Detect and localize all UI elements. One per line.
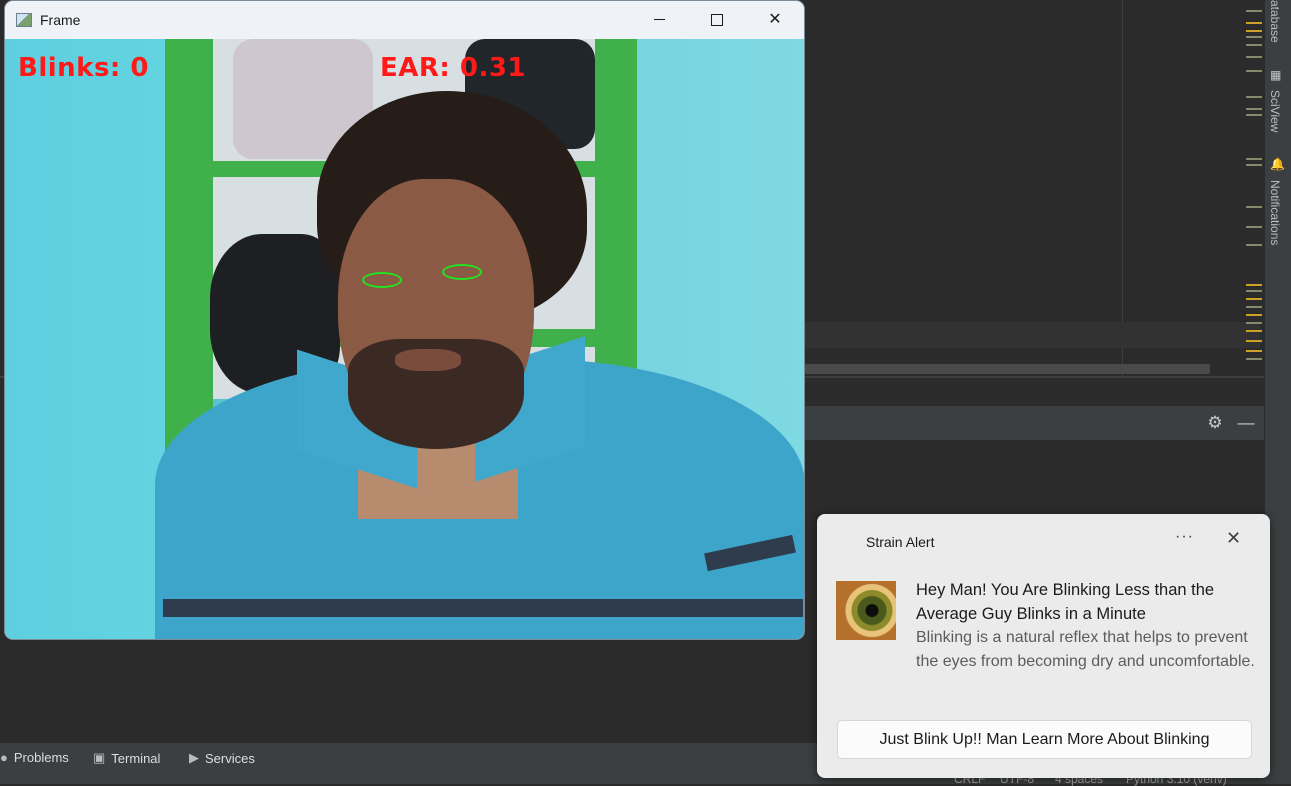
scroll-marker	[1246, 322, 1262, 324]
sciview-tool-tab[interactable]: SciView	[1268, 90, 1282, 132]
scroll-marker	[1246, 340, 1262, 342]
scroll-marker	[1246, 22, 1262, 24]
scroll-marker	[1246, 314, 1262, 316]
terminal-icon: ▣	[93, 750, 106, 765]
scroll-marker	[1246, 44, 1262, 46]
maximize-icon	[711, 13, 723, 26]
scroll-marker	[1246, 298, 1262, 300]
scroll-marker	[1246, 284, 1262, 286]
scroll-marker	[1246, 330, 1262, 332]
scroll-marker	[1246, 290, 1262, 292]
scroll-marker	[1246, 36, 1262, 38]
bell-icon: 🔔	[1270, 157, 1285, 171]
gear-icon[interactable]: ⚙	[1205, 413, 1225, 433]
frame-titlebar[interactable]: Frame ✕	[5, 1, 804, 39]
editor-right-margin-line	[1122, 0, 1123, 376]
database-tool-tab[interactable]: atabase	[1268, 0, 1282, 43]
scroll-marker	[1246, 56, 1262, 58]
app-icon	[16, 13, 32, 27]
toast-heading: Hey Man! You Are Blinking Less than the …	[916, 581, 1215, 623]
ear-readout: EAR: 0.31	[380, 53, 527, 83]
services-tab-label: Services	[205, 750, 255, 766]
frame-title: Frame	[40, 12, 81, 28]
close-icon[interactable]: ✕	[1226, 528, 1241, 549]
problems-tab[interactable]: ● Problems	[0, 750, 69, 765]
tool-panel-header	[805, 406, 1264, 440]
left-eye-contour	[362, 272, 402, 288]
scroll-marker	[1246, 158, 1262, 160]
scroll-marker	[1246, 226, 1262, 228]
mouth	[395, 349, 461, 371]
minimize-icon	[653, 19, 665, 21]
strain-alert-toast: Strain Alert ··· ✕ Hey Man! You Are Blin…	[817, 514, 1270, 778]
scroll-marker	[1246, 206, 1262, 208]
close-icon: ✕	[768, 11, 782, 28]
more-options-icon[interactable]: ···	[1175, 528, 1194, 546]
frame-window: Frame ✕ Blinks: 0 EAR: 0.31	[5, 1, 804, 639]
close-button[interactable]: ✕	[746, 1, 804, 39]
scroll-marker	[1246, 244, 1262, 246]
scroll-marker	[1246, 114, 1262, 116]
scroll-marker	[1246, 96, 1262, 98]
shirt-stripe	[163, 599, 803, 617]
scroll-marker	[1246, 306, 1262, 308]
camera-feed: Blinks: 0 EAR: 0.31	[5, 39, 804, 639]
terminal-tab[interactable]: ▣ Terminal	[93, 750, 160, 766]
notifications-tool-tab[interactable]: Notifications	[1268, 180, 1282, 245]
editor-horizontal-scrollbar[interactable]	[805, 364, 1210, 374]
scroll-marker	[1246, 108, 1262, 110]
scroll-marker	[1246, 164, 1262, 166]
maximize-button[interactable]	[688, 1, 746, 39]
scroll-marker	[1246, 358, 1262, 360]
sciview-icon: ▦	[1270, 68, 1282, 82]
toast-body: Blinking is a natural reflex that helps …	[916, 629, 1255, 670]
minimize-icon[interactable]: —	[1236, 413, 1256, 433]
services-icon: ▶	[189, 750, 199, 765]
problems-tab-label: Problems	[13, 750, 69, 765]
problems-icon: ●	[0, 750, 8, 765]
terminal-tab-label: Terminal	[111, 750, 161, 766]
scroll-marker	[1246, 350, 1262, 352]
blink-counter: Blinks: 0	[18, 53, 149, 83]
learn-more-button[interactable]: Just Blink Up!! Man Learn More About Bli…	[837, 720, 1252, 759]
services-tab[interactable]: ▶ Services	[189, 750, 255, 766]
scroll-marker	[1246, 10, 1262, 12]
eye-closeup-image	[836, 581, 896, 640]
editor-highlight-row	[805, 322, 1260, 348]
scroll-marker	[1246, 70, 1262, 72]
scroll-marker	[1246, 30, 1262, 32]
toast-app-name: Strain Alert	[866, 534, 935, 550]
minimize-button[interactable]	[630, 1, 688, 39]
shelf-right-post	[595, 39, 637, 399]
right-eye-contour	[442, 264, 482, 280]
